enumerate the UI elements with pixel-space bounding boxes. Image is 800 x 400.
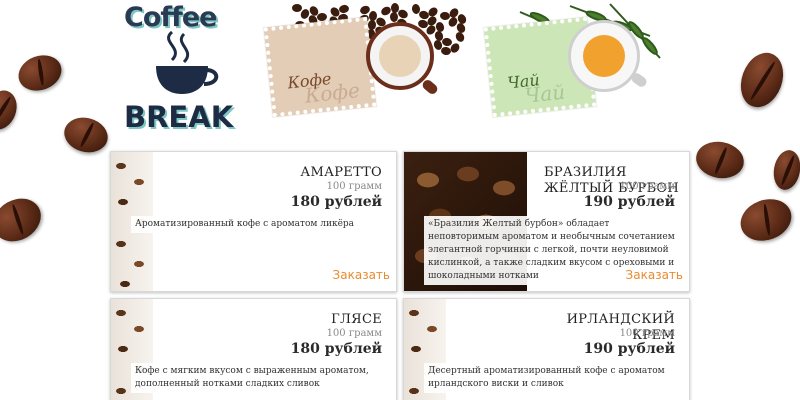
tea-cup-icon [568,20,649,92]
pile-bean [292,4,302,12]
order-button[interactable]: Заказать [333,268,390,282]
product-title: АМАРЕТТО [300,165,382,180]
coffee-bean-decoration [60,112,112,158]
product-weight: 100 грамм [326,181,382,192]
product-card: ГЛЯСЕ 100 грамм 180 рублей Кофе с мягким… [110,298,397,400]
coffee-bean-decoration [0,86,22,134]
product-card: ИРЛАНДСКИЙ КРЕМ 100 грамм 190 рублей Дес… [403,298,690,400]
logo-line-coffee: Coffee [124,2,217,33]
product-card: БРАЗИЛИЯ ЖЁЛТЫЙ БУРБОН 100 грамм 190 руб… [403,151,690,292]
product-description: Ароматизированный кофе с ароматом ликёра [131,216,386,233]
category-label-tea: Чай [506,70,541,93]
coffee-bean-decoration [0,190,49,250]
coffee-bean-decoration [693,138,747,182]
product-price: 180 рублей [290,194,382,210]
coffee-bean-decoration [770,148,800,192]
product-title: ГЛЯСЕ [331,312,382,327]
coffee-bean-decoration [13,49,67,97]
product-price: 190 рублей [583,341,675,357]
product-weight: 100 грамм [326,328,382,339]
order-button[interactable]: Заказать [626,268,683,282]
category-stamp-coffee[interactable]: Кофе Кофе [263,16,377,118]
product-card: АМАРЕТТО 100 грамм 180 рублей Ароматизир… [110,151,397,292]
product-weight: 100 грамм [619,328,675,339]
product-price: 190 рублей [583,194,675,210]
logo-line-break: BREAK [124,100,234,134]
coffee-bean-decoration [733,46,791,114]
product-weight: 100 грамм [619,181,675,192]
product-price: 180 рублей [290,341,382,357]
coffee-break-logo[interactable]: Coffee BREAK [120,0,242,140]
product-description: Кофе с мягким вкусом с выраженным аромат… [131,363,386,393]
steaming-cup-icon [156,30,219,94]
pile-bean [338,3,350,15]
coffee-bean-decoration [734,192,798,248]
coffee-cup-icon [366,22,440,96]
product-description: Десертный ароматизированный кофе с арома… [424,363,679,393]
